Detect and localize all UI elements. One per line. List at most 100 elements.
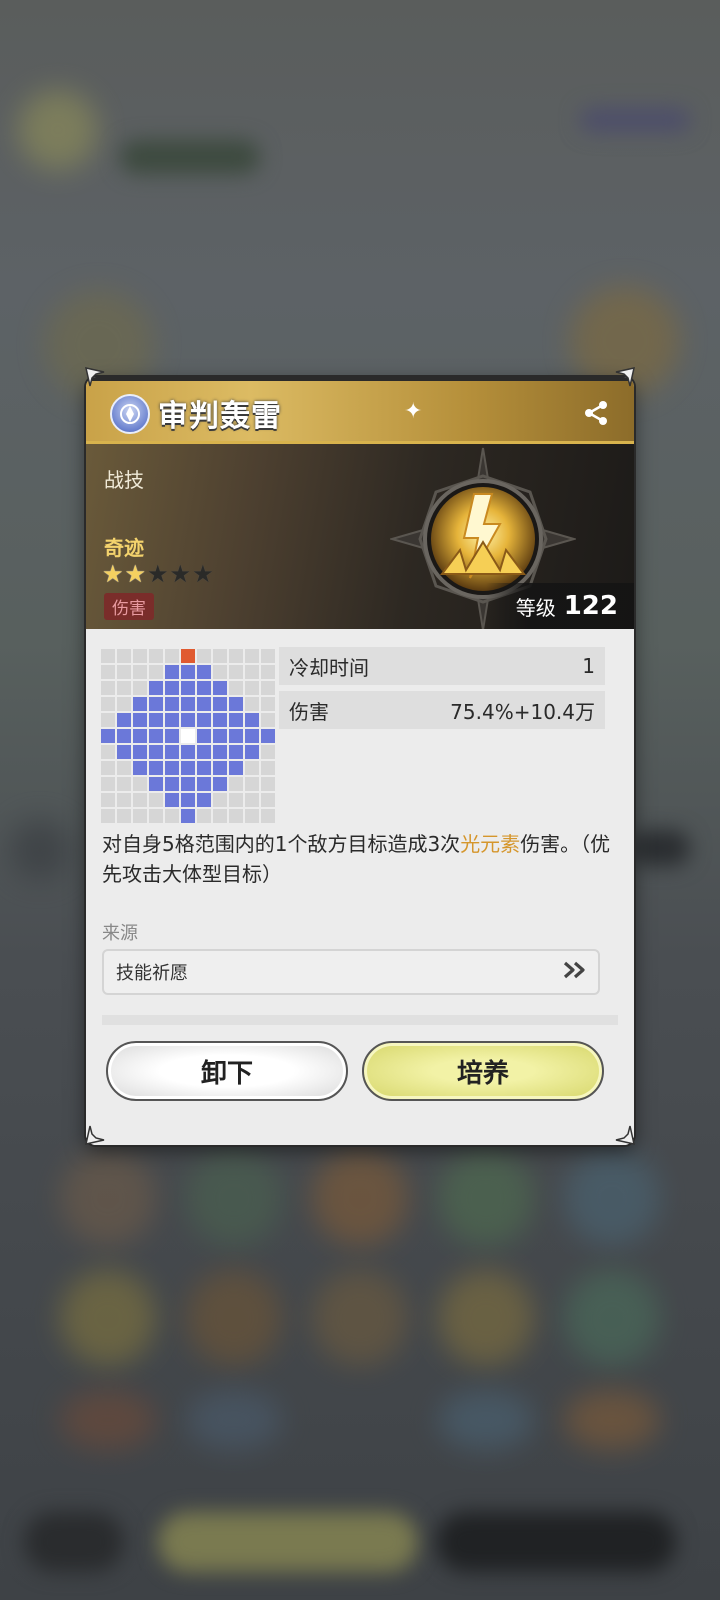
grid-cell-range	[133, 697, 147, 711]
grid-cell-range	[197, 681, 211, 695]
grid-cell-empty	[261, 681, 275, 695]
grid-cell-range	[213, 761, 227, 775]
grid-cell-range	[229, 697, 243, 711]
grid-cell-empty	[261, 697, 275, 711]
skill-description: 对自身5格范围内的1个敌方目标造成3次光元素伤害。（优先攻击大体型目标）	[102, 829, 618, 889]
source-label: 来源	[102, 923, 138, 944]
grid-cell-empty	[261, 793, 275, 807]
grid-cell-empty	[149, 793, 163, 807]
grid-cell-range	[117, 729, 131, 743]
double-chevron-right-icon	[562, 960, 588, 985]
stat-row-cooldown: 冷却时间 1	[279, 647, 605, 685]
grid-cell-empty	[101, 697, 115, 711]
grid-cell-empty	[197, 649, 211, 663]
grid-cell-range	[149, 777, 163, 791]
skill-name: 审判轰雷	[158, 399, 282, 434]
grid-cell-range	[181, 777, 195, 791]
corner-ornament-icon	[84, 1124, 106, 1146]
star-empty-icon: ★	[147, 560, 169, 588]
star-filled-icon: ★	[102, 560, 124, 588]
grid-cell-range	[229, 729, 243, 743]
grid-cell-empty	[101, 809, 115, 823]
grid-cell-range	[165, 681, 179, 695]
skill-detail-dialog: 审判轰雷 ✦ 战技 奇迹 ★ ★ ★ ★ ★ 伤害 等级 122 冷却时间 1 …	[86, 377, 634, 1145]
grid-cell-empty	[101, 745, 115, 759]
train-button[interactable]: 培养	[362, 1041, 604, 1101]
share-icon[interactable]	[582, 399, 610, 427]
grid-cell-range	[149, 713, 163, 727]
grid-cell-empty	[133, 665, 147, 679]
damage-tag: 伤害	[104, 593, 154, 620]
grid-cell-range	[181, 665, 195, 679]
grid-cell-range	[229, 745, 243, 759]
grid-cell-range	[197, 777, 211, 791]
grid-cell-range	[117, 745, 131, 759]
grid-cell-empty	[149, 809, 163, 823]
grid-cell-empty	[117, 777, 131, 791]
grid-cell-range	[197, 697, 211, 711]
grid-cell-range	[229, 713, 243, 727]
grid-cell-range	[245, 713, 259, 727]
grid-cell-range	[181, 681, 195, 695]
stat-value: 1	[582, 654, 595, 678]
grid-cell-empty	[229, 777, 243, 791]
grid-cell-target	[181, 649, 195, 663]
grid-cell-range	[261, 729, 275, 743]
grid-cell-empty	[261, 665, 275, 679]
source-value: 技能祈愿	[116, 963, 188, 984]
grid-cell-range	[165, 729, 179, 743]
corner-ornament-icon	[614, 1124, 636, 1146]
skill-level: 等级 122	[485, 583, 634, 629]
grid-cell-range	[197, 793, 211, 807]
description-text: 对自身5格范围内的1个敌方目标造成3次	[102, 832, 461, 856]
grid-cell-self	[181, 729, 195, 743]
grid-cell-empty	[101, 793, 115, 807]
grid-cell-empty	[117, 697, 131, 711]
grid-cell-empty	[245, 777, 259, 791]
grid-cell-empty	[101, 665, 115, 679]
grid-cell-range	[149, 729, 163, 743]
grid-cell-empty	[101, 681, 115, 695]
grid-cell-range	[149, 681, 163, 695]
grid-cell-empty	[261, 777, 275, 791]
level-value: 122	[563, 591, 618, 621]
grid-cell-range	[197, 729, 211, 743]
grid-cell-range	[133, 729, 147, 743]
grid-cell-range	[133, 713, 147, 727]
grid-cell-empty	[245, 793, 259, 807]
grid-cell-empty	[133, 649, 147, 663]
grid-cell-empty	[117, 809, 131, 823]
grid-cell-range	[149, 761, 163, 775]
grid-cell-empty	[101, 649, 115, 663]
stat-value: 75.4%+10.4万	[450, 699, 595, 724]
skill-type: 战技	[104, 468, 144, 492]
grid-cell-empty	[245, 809, 259, 823]
unequip-button[interactable]: 卸下	[106, 1041, 348, 1101]
light-element-icon	[110, 394, 150, 434]
grid-cell-empty	[165, 649, 179, 663]
grid-cell-range	[165, 665, 179, 679]
grid-cell-range	[181, 713, 195, 727]
grid-cell-empty	[229, 649, 243, 663]
skill-rarity: 奇迹	[104, 536, 144, 560]
grid-cell-empty	[165, 809, 179, 823]
grid-cell-empty	[213, 809, 227, 823]
grid-cell-empty	[229, 809, 243, 823]
grid-cell-range	[181, 745, 195, 759]
star-filled-icon: ★	[124, 560, 147, 588]
grid-cell-range	[181, 697, 195, 711]
divider	[102, 1015, 618, 1025]
grid-cell-range	[165, 761, 179, 775]
element-highlight: 光元素	[460, 832, 521, 856]
grid-cell-range	[181, 793, 195, 807]
grid-cell-empty	[229, 665, 243, 679]
stat-label: 冷却时间	[289, 655, 369, 680]
grid-cell-range	[197, 713, 211, 727]
grid-cell-range	[133, 745, 147, 759]
grid-cell-empty	[101, 777, 115, 791]
grid-cell-range	[213, 729, 227, 743]
grid-cell-range	[213, 745, 227, 759]
source-row[interactable]: 技能祈愿	[102, 949, 600, 995]
grid-cell-empty	[101, 713, 115, 727]
grid-cell-empty	[133, 809, 147, 823]
